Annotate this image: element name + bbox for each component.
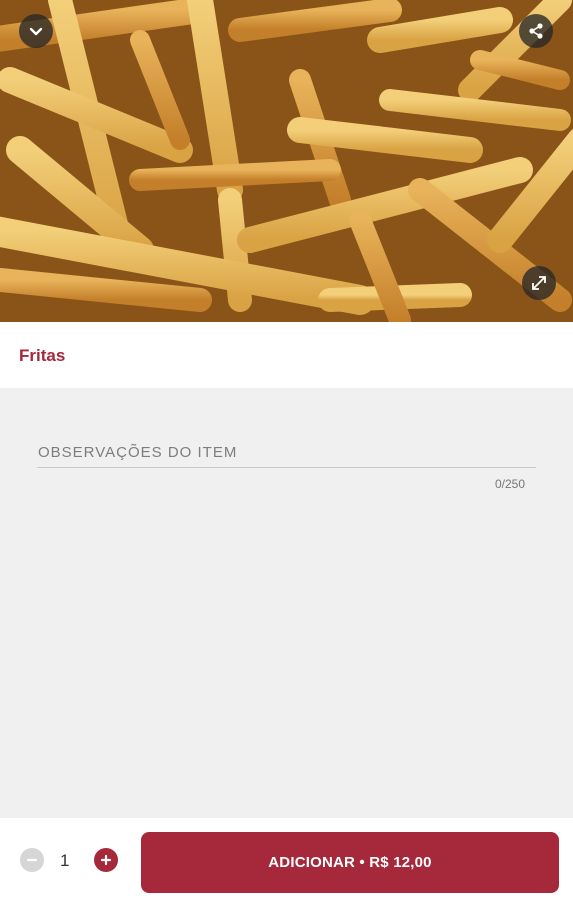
product-title-bar: Fritas <box>0 322 573 388</box>
item-notes-input[interactable]: OBSERVAÇÕES DO ITEM <box>38 444 237 461</box>
item-notes-section: OBSERVAÇÕES DO ITEM 0/250 <box>0 388 573 818</box>
quantity-value: 1 <box>60 851 70 870</box>
expand-icon <box>532 276 546 290</box>
minus-circle-icon <box>26 858 38 862</box>
product-title: Fritas <box>19 346 66 365</box>
product-image <box>0 0 573 322</box>
plus-circle-icon <box>100 854 112 866</box>
share-icon <box>529 23 543 39</box>
share-button[interactable] <box>519 14 553 48</box>
add-to-cart-button[interactable]: ADICIONAR • R$ 12,00 <box>141 832 559 893</box>
increase-quantity-button[interactable] <box>94 848 118 872</box>
collapse-button[interactable] <box>19 14 53 48</box>
character-counter: 0/250 <box>494 477 525 491</box>
footer-bar: 1 ADICIONAR • R$ 12,00 <box>0 818 573 900</box>
decrease-quantity-button[interactable] <box>20 848 44 872</box>
expand-image-button[interactable] <box>522 266 556 300</box>
chevron-down-icon <box>29 27 43 36</box>
fries-photo <box>0 0 573 322</box>
input-underline <box>37 467 536 468</box>
